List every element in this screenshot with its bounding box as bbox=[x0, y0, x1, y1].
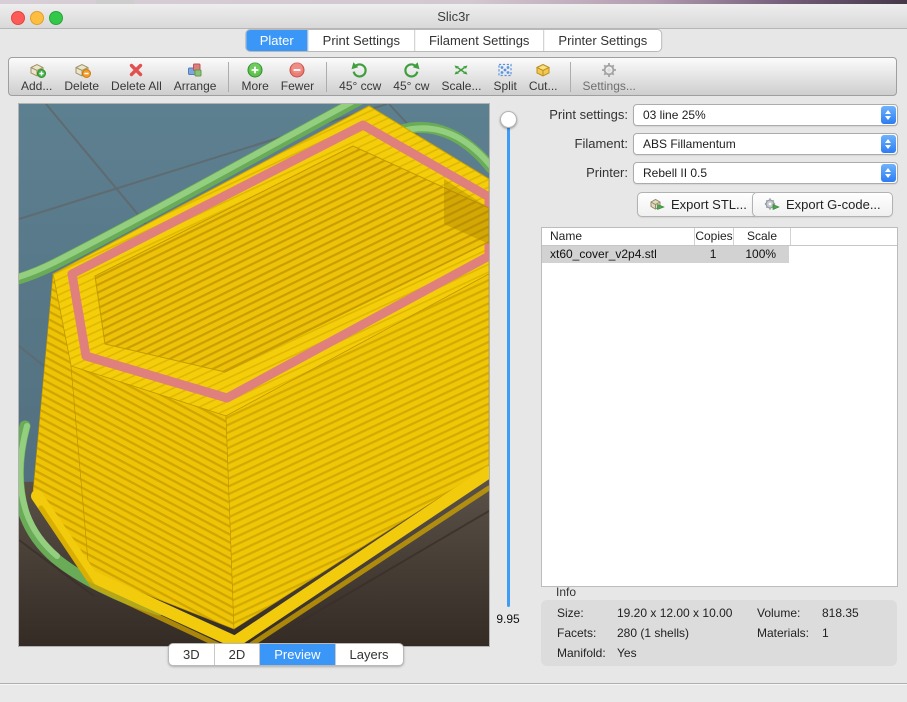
arrange-cubes-icon bbox=[185, 61, 205, 79]
toolbar-separator bbox=[228, 62, 229, 92]
export-gcode-button[interactable]: Export G-code... bbox=[752, 192, 893, 217]
view-tab-preview[interactable]: Preview bbox=[260, 644, 335, 665]
volume-value: 818.35 bbox=[822, 606, 859, 620]
size-label: Size: bbox=[557, 606, 584, 620]
printer-dropdown[interactable]: Rebell II 0.5 bbox=[633, 162, 898, 184]
print-settings-label: Print settings: bbox=[540, 107, 628, 122]
split-icon bbox=[496, 61, 514, 79]
view-tab-layers[interactable]: Layers bbox=[336, 644, 403, 665]
column-header-name[interactable]: Name bbox=[542, 228, 695, 245]
tab-printer-settings[interactable]: Printer Settings bbox=[544, 30, 661, 51]
export-gear-icon bbox=[764, 197, 780, 212]
toolbar-label: 45° cw bbox=[393, 79, 429, 93]
materials-label: Materials: bbox=[757, 626, 809, 640]
settings-gear-icon bbox=[600, 61, 618, 79]
toolbar-label: Arrange bbox=[174, 79, 217, 93]
manifold-label: Manifold: bbox=[557, 646, 606, 660]
toolbar-label: Delete bbox=[64, 79, 99, 93]
cell-object-scale: 100% bbox=[732, 246, 789, 263]
more-button[interactable]: More bbox=[235, 61, 274, 93]
tab-print-settings[interactable]: Print Settings bbox=[309, 30, 415, 51]
info-group-box: Size: 19.20 x 12.00 x 10.00 Volume: 818.… bbox=[541, 600, 897, 666]
plater-toolbar: Add... Delete Delete All Arrange More bbox=[8, 57, 897, 96]
tab-plater[interactable]: Plater bbox=[246, 30, 309, 51]
scale-arrows-icon bbox=[451, 61, 471, 79]
arrange-button[interactable]: Arrange bbox=[168, 61, 223, 93]
export-gcode-label: Export G-code... bbox=[786, 197, 881, 212]
filament-value: ABS Fillamentum bbox=[643, 137, 736, 151]
layer-slider-knob[interactable] bbox=[500, 111, 517, 128]
rotate-cw-icon bbox=[401, 61, 421, 79]
stepper-icon bbox=[881, 164, 896, 182]
object-list-table: Name Copies Scale xt60_cover_v2p4.stl 1 … bbox=[541, 227, 898, 587]
export-stl-button[interactable]: Export STL... bbox=[637, 192, 759, 217]
table-header: Name Copies Scale bbox=[542, 228, 897, 246]
toolbar-separator bbox=[326, 62, 327, 92]
window-title: Slic3r bbox=[0, 9, 907, 24]
viewport-3d-preview[interactable] bbox=[18, 103, 490, 647]
slic3r-window: Slic3r Plater Print Settings Filament Se… bbox=[0, 0, 907, 701]
split-button[interactable]: Split bbox=[487, 61, 522, 93]
cell-object-name: xt60_cover_v2p4.stl bbox=[542, 246, 694, 263]
toolbar-label: More bbox=[241, 79, 268, 93]
size-value: 19.20 x 12.00 x 10.00 bbox=[617, 606, 732, 620]
tab-filament-settings[interactable]: Filament Settings bbox=[415, 30, 544, 51]
info-group-title: Info bbox=[556, 585, 576, 599]
facets-value: 280 (1 shells) bbox=[617, 626, 689, 640]
stepper-icon bbox=[881, 106, 896, 124]
delete-button[interactable]: Delete bbox=[58, 61, 105, 93]
toolbar-label: Fewer bbox=[281, 79, 314, 93]
toolbar-label: Settings... bbox=[583, 79, 636, 93]
layer-slider-value: 9.95 bbox=[486, 612, 530, 626]
export-box-icon bbox=[649, 197, 665, 212]
view-tab-bar: 3D 2D Preview Layers bbox=[168, 643, 404, 666]
fewer-minus-icon bbox=[288, 61, 306, 79]
filament-dropdown[interactable]: ABS Fillamentum bbox=[633, 133, 898, 155]
toolbar-label: Split bbox=[493, 79, 516, 93]
materials-value: 1 bbox=[822, 626, 829, 640]
cut-button[interactable]: Cut... bbox=[523, 61, 564, 93]
cut-cube-icon bbox=[533, 61, 553, 79]
cell-object-copies: 1 bbox=[694, 246, 733, 263]
printer-label: Printer: bbox=[540, 165, 628, 180]
view-tab-3d[interactable]: 3D bbox=[169, 644, 215, 665]
settings-button[interactable]: Settings... bbox=[577, 61, 642, 93]
facets-label: Facets: bbox=[557, 626, 596, 640]
delete-all-button[interactable]: Delete All bbox=[105, 61, 168, 93]
toolbar-label: Delete All bbox=[111, 79, 162, 93]
table-row-selected[interactable]: xt60_cover_v2p4.stl 1 100% bbox=[542, 246, 789, 263]
filament-label: Filament: bbox=[540, 136, 628, 151]
fewer-button[interactable]: Fewer bbox=[275, 61, 320, 93]
rotate-ccw-button[interactable]: 45° ccw bbox=[333, 61, 387, 93]
view-tab-2d[interactable]: 2D bbox=[215, 644, 261, 665]
add-box-icon bbox=[27, 61, 47, 79]
print-settings-dropdown[interactable]: 03 line 25% bbox=[633, 104, 898, 126]
column-header-copies[interactable]: Copies bbox=[695, 228, 734, 245]
delete-all-icon bbox=[127, 61, 145, 79]
status-bar bbox=[0, 683, 907, 702]
volume-label: Volume: bbox=[757, 606, 800, 620]
printer-value: Rebell II 0.5 bbox=[643, 166, 707, 180]
export-stl-label: Export STL... bbox=[671, 197, 747, 212]
main-tab-bar: Plater Print Settings Filament Settings … bbox=[245, 29, 663, 52]
rotate-ccw-icon bbox=[350, 61, 370, 79]
more-plus-icon bbox=[246, 61, 264, 79]
delete-box-icon bbox=[72, 61, 92, 79]
add-button[interactable]: Add... bbox=[15, 61, 58, 93]
toolbar-separator bbox=[570, 62, 571, 92]
manifold-value: Yes bbox=[617, 646, 637, 660]
toolbar-label: Add... bbox=[21, 79, 52, 93]
title-bar: Slic3r bbox=[0, 4, 907, 29]
scale-button[interactable]: Scale... bbox=[435, 61, 487, 93]
rotate-cw-button[interactable]: 45° cw bbox=[387, 61, 435, 93]
print-settings-value: 03 line 25% bbox=[643, 108, 706, 122]
toolbar-label: Cut... bbox=[529, 79, 558, 93]
toolbar-label: 45° ccw bbox=[339, 79, 381, 93]
stepper-icon bbox=[881, 135, 896, 153]
toolbar-label: Scale... bbox=[441, 79, 481, 93]
layer-slider-track[interactable] bbox=[507, 127, 510, 607]
column-header-scale[interactable]: Scale bbox=[734, 228, 791, 245]
